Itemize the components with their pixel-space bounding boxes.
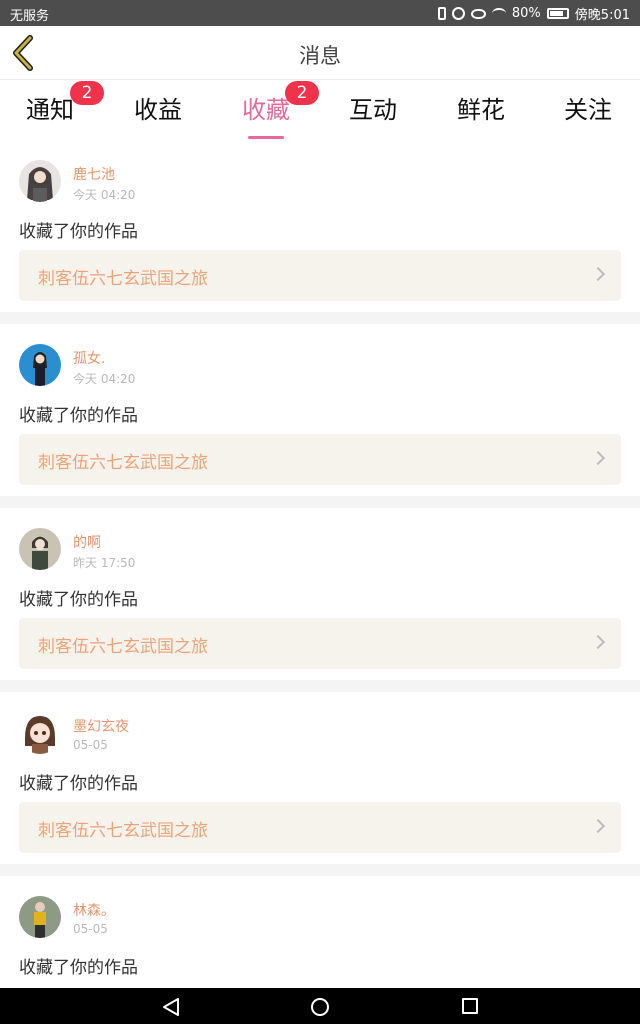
username[interactable]: 鹿七池 [73, 164, 115, 184]
user-avatar-icon [19, 896, 61, 938]
tab-interactions[interactable]: 互动 [323, 90, 423, 132]
action-text: 收藏了你的作品 [19, 590, 138, 610]
username[interactable]: 墨幻玄夜 [73, 716, 129, 736]
tab-label: 收藏 [242, 96, 290, 124]
page-title: 消息 [299, 44, 341, 68]
chevron-right-icon [590, 266, 606, 282]
tab-favorites[interactable]: 收藏 2 [216, 81, 319, 139]
chevron-right-icon [590, 634, 606, 650]
chevron-right-icon [590, 818, 606, 834]
username[interactable]: 的啊 [73, 532, 101, 552]
nav-back-icon[interactable] [160, 997, 182, 1017]
work-link[interactable]: 刺客伍六七玄武国之旅 [19, 802, 621, 853]
username[interactable]: 林森。 [73, 900, 115, 920]
battery-icon [546, 8, 569, 19]
vibrate-icon [437, 7, 446, 20]
unread-badge: 2 [70, 81, 104, 105]
action-text: 收藏了你的作品 [19, 774, 138, 794]
nav-recents-icon[interactable] [462, 998, 478, 1014]
work-title: 刺客伍六七玄武国之旅 [38, 637, 208, 657]
list-item: 孤女. 今天 04:20 收藏了你的作品 刺客伍六七玄武国之旅 [0, 324, 640, 496]
tab-label: 互动 [349, 96, 397, 124]
tab-notifications[interactable]: 通知 2 [0, 81, 104, 132]
status-icons: 80% 傍晚5:01 [437, 4, 630, 23]
avatar[interactable] [19, 528, 61, 570]
tab-following[interactable]: 关注 [538, 90, 638, 132]
user-avatar-icon [19, 528, 61, 570]
avatar[interactable] [19, 160, 61, 202]
tab-earnings[interactable]: 收益 [108, 90, 208, 132]
list-item: 鹿七池 今天 04:20 收藏了你的作品 刺客伍六七玄武国之旅 [0, 140, 640, 312]
divider [0, 312, 640, 324]
user-avatar-icon [19, 344, 61, 386]
work-title: 刺客伍六七玄武国之旅 [38, 269, 208, 289]
divider [0, 680, 640, 692]
system-nav-bar [0, 988, 640, 1024]
action-text: 收藏了你的作品 [19, 222, 138, 242]
list-item: 的啊 昨天 17:50 收藏了你的作品 刺客伍六七玄武国之旅 [0, 508, 640, 680]
unread-badge: 2 [285, 81, 319, 105]
user-avatar-icon [19, 160, 61, 202]
nav-home-icon[interactable] [311, 998, 329, 1016]
tab-label: 鲜花 [457, 96, 505, 124]
divider [0, 496, 640, 508]
tab-label: 通知 [26, 96, 74, 124]
app-header: 消息 [0, 26, 640, 80]
work-link[interactable]: 刺客伍六七玄武国之旅 [19, 618, 621, 669]
timestamp: 05-05 [73, 922, 108, 936]
divider [0, 864, 640, 876]
work-link[interactable]: 刺客伍六七玄武国之旅 [19, 250, 621, 301]
work-title: 刺客伍六七玄武国之旅 [38, 453, 208, 473]
work-link[interactable]: 刺客伍六七玄武国之旅 [19, 434, 621, 485]
avatar[interactable] [19, 344, 61, 386]
action-text: 收藏了你的作品 [19, 958, 138, 978]
tab-bar: 通知 2 收益 收藏 2 互动 鲜花 关注 [0, 80, 640, 139]
avatar[interactable] [19, 712, 61, 754]
list-item: 墨幻玄夜 05-05 收藏了你的作品 刺客伍六七玄武国之旅 [0, 692, 640, 864]
avatar[interactable] [19, 896, 61, 938]
carrier-label: 无服务 [10, 9, 50, 24]
battery-percent: 80% [511, 6, 541, 21]
timestamp: 今天 04:20 [73, 188, 136, 202]
status-bar: 无服务 80% 傍晚5:01 [0, 0, 640, 26]
timestamp: 今天 04:20 [73, 372, 136, 386]
alarm-icon [451, 7, 465, 20]
work-title: 刺客伍六七玄武国之旅 [38, 821, 208, 841]
timestamp: 05-05 [73, 738, 108, 752]
username[interactable]: 孤女. [73, 348, 105, 368]
active-tab-indicator [248, 136, 284, 139]
tab-label: 关注 [564, 96, 612, 124]
wifi-icon [491, 8, 506, 19]
tab-label: 收益 [134, 96, 182, 124]
tab-flowers[interactable]: 鲜花 [431, 90, 531, 132]
action-text: 收藏了你的作品 [19, 406, 138, 426]
chevron-right-icon [590, 450, 606, 466]
eye-icon [470, 8, 486, 19]
clock: 傍晚5:01 [574, 8, 630, 23]
user-avatar-icon [19, 712, 61, 754]
timestamp: 昨天 17:50 [73, 556, 136, 570]
